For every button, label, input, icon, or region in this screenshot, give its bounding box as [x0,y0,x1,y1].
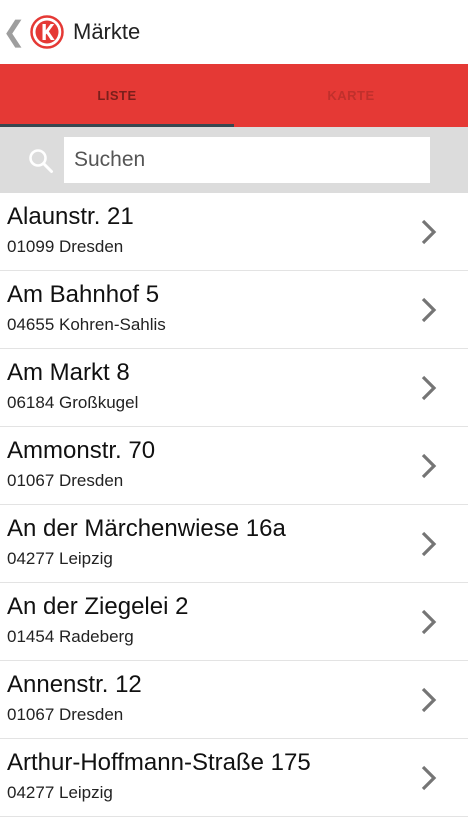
list-item[interactable]: Arthur-Hoffmann-Straße 175 04277 Leipzig [0,739,468,817]
page-title: Märkte [73,19,141,44]
market-street: Arthur-Hoffmann-Straße 175 [7,749,311,776]
market-city: 01099 Dresden [7,237,124,256]
market-list: Alaunstr. 21 01099 Dresden Am Bahnhof 5 … [0,193,468,817]
brand-logo-icon [30,15,64,49]
market-street: Annenstr. 12 [7,671,142,698]
chevron-right-icon [421,375,437,401]
market-city: 01454 Radeberg [7,627,134,646]
market-city: 06184 Großkugel [7,393,139,412]
market-city: 01067 Dresden [7,705,124,724]
chevron-right-icon [421,609,437,635]
market-street: Ammonstr. 70 [7,437,156,464]
search-input[interactable] [64,137,430,183]
tab-karte[interactable]: KARTE [234,64,468,127]
chevron-right-icon [421,765,437,791]
list-item[interactable]: Ammonstr. 70 01067 Dresden [0,427,468,505]
tab-liste[interactable]: LISTE [0,64,234,127]
market-street: An der Ziegelei 2 [7,593,189,620]
list-item[interactable]: Alaunstr. 21 01099 Dresden [0,193,468,271]
market-city: 04655 Kohren-Sahlis [7,315,166,334]
market-city: 01067 Dresden [7,471,124,490]
chevron-right-icon [421,531,437,557]
back-chevron-icon[interactable]: ❮ [2,16,25,48]
market-street: Am Markt 8 [7,359,130,386]
chevron-right-icon [421,297,437,323]
market-city: 04277 Leipzig [7,549,113,568]
chevron-right-icon [421,453,437,479]
chevron-right-icon [421,219,437,245]
chevron-right-icon [421,687,437,713]
list-item[interactable]: An der Märchenwiese 16a 04277 Leipzig [0,505,468,583]
tab-bar: LISTE KARTE [0,64,468,127]
list-item[interactable]: Am Markt 8 06184 Großkugel [0,349,468,427]
list-item[interactable]: An der Ziegelei 2 01454 Radeberg [0,583,468,661]
market-street: Am Bahnhof 5 [7,281,160,308]
search-icon [29,149,53,173]
market-street: Alaunstr. 21 [7,203,134,230]
list-item[interactable]: Annenstr. 12 01067 Dresden [0,661,468,739]
list-item[interactable]: Am Bahnhof 5 04655 Kohren-Sahlis [0,271,468,349]
app-bar: ❮ Märkte [0,0,468,64]
market-street: An der Märchenwiese 16a [7,515,286,542]
market-city: 04277 Leipzig [7,783,113,802]
